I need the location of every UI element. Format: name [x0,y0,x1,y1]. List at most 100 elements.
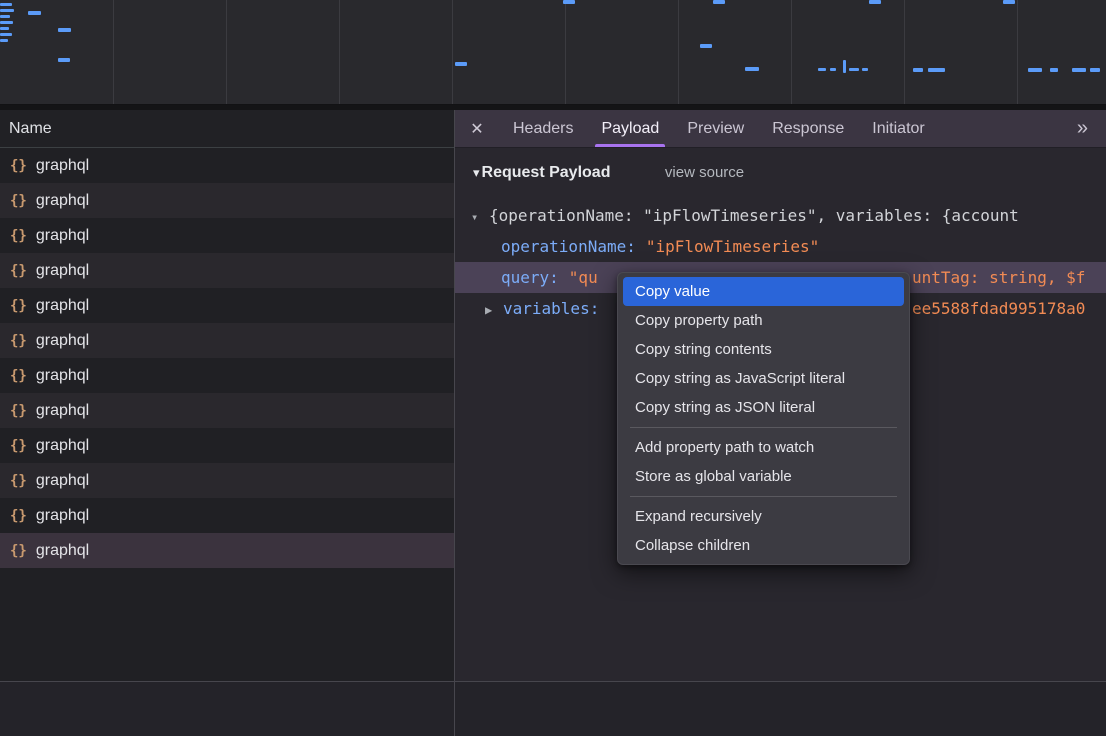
expand-caret-icon[interactable]: ▶ [485,295,503,324]
collapse-caret-icon[interactable]: ▾ [473,165,480,180]
timeline-bar [1050,68,1058,72]
timeline-bar [0,27,9,30]
request-row[interactable]: {} graphql [0,358,454,393]
timeline-bar [913,68,923,72]
request-row[interactable]: {}graphql [0,183,454,218]
request-row[interactable]: {} graphql [0,498,454,533]
timeline-bar [843,60,846,73]
json-braces-icon: {} [10,263,27,279]
timeline-bar [713,0,725,4]
timeline-bar [745,67,759,71]
object-preview: {operationName: "ipFlowTimeseries", vari… [489,206,1019,225]
timeline-bar [849,68,859,71]
menu-item-copy-property-path[interactable]: Copy property path [623,306,904,335]
request-row[interactable]: {}graphql [0,218,454,253]
property-value-left: "qu [569,268,598,287]
tree-row-operation-name[interactable]: operationName:"ipFlowTimeseries" [455,231,1106,262]
timeline-bar [455,62,467,66]
footer-bar [0,681,1106,736]
timeline-bar [1003,0,1015,4]
tree-row-root[interactable]: ▾{operationName: "ipFlowTimeseries", var… [455,200,1106,231]
view-source-link[interactable]: view source [665,164,744,181]
timeline-bar [563,0,575,4]
timeline-bar [0,39,8,42]
property-key: variables: [503,299,599,318]
menu-item-expand-recursively[interactable]: Expand recursively [623,502,904,531]
menu-separator [630,427,897,428]
menu-item-copy-value[interactable]: Copy value [623,277,904,306]
property-value-right: untTag: string, $f [912,262,1085,293]
tab-headers[interactable]: Headers [499,110,587,147]
request-payload-section-header: ▾Request Payload view source [473,160,744,186]
request-name: graphql [36,472,89,490]
json-braces-icon: {} [10,158,27,174]
request-row[interactable]: {} graphql [0,428,454,463]
timeline-bar [0,9,14,12]
request-row[interactable]: {} graphql [0,393,454,428]
timeline-bar [58,28,71,32]
timeline-bar [1090,68,1100,72]
timeline-bar [700,44,712,48]
request-name: graphql [36,332,89,350]
timeline-bar [0,33,12,36]
json-braces-icon: {} [10,298,27,314]
close-icon[interactable]: ✕ [455,110,499,147]
request-row[interactable]: {}graphql [0,533,454,568]
timeline-bar [28,11,41,15]
timeline-bar [1028,68,1042,72]
timeline-bar [0,15,10,18]
request-name: graphql [36,157,89,175]
request-name: graphql [36,192,89,210]
timeline-bar [869,0,881,4]
request-name: graphql [36,402,89,420]
network-overview[interactable] [0,0,1106,105]
timeline-bar [1072,68,1086,72]
timeline-bar [818,68,826,71]
request-name: graphql [36,437,89,455]
timeline-bar [0,21,13,24]
menu-item-copy-string-as-json-literal[interactable]: Copy string as JSON literal [623,393,904,422]
menu-item-collapse-children[interactable]: Collapse children [623,531,904,560]
devtools-window: Name {} graphql {} graphql {} graphql {} graphq… [0,0,1106,736]
overview-gridline [904,0,905,104]
request-name: graphql [36,297,89,315]
menu-item-add-property-path-to-watch[interactable]: Add property path to watch [623,433,904,462]
more-tabs-icon[interactable]: » [1059,110,1106,147]
requests-panel: Name {} graphql {} graphql {} graphql {} graphq… [0,110,454,681]
request-row[interactable]: {} graphql [0,253,454,288]
section-title: Request Payload [482,164,611,181]
property-value-right: ee5588fdad995178a0 [912,293,1085,324]
json-braces-icon: {} [10,438,27,454]
expand-caret-icon[interactable]: ▾ [471,202,489,231]
request-name: graphql [36,227,89,245]
menu-item-copy-string-as-javascript-literal[interactable]: Copy string as JavaScript literal [623,364,904,393]
request-name: graphql [36,542,89,560]
overview-gridline [452,0,453,104]
json-braces-icon: {} [10,368,27,384]
request-row[interactable]: {} graphql [0,148,454,183]
panel-divider [454,110,455,736]
request-row[interactable]: {} graphql [0,463,454,498]
request-name: graphql [36,262,89,280]
tab-initiator[interactable]: Initiator [858,110,938,147]
tab-strip: ✕ HeadersPayloadPreviewResponseInitiator… [455,110,1106,148]
request-row[interactable]: {}graphql [0,323,454,358]
name-column-header[interactable]: Name [0,110,454,148]
overview-gridline [791,0,792,104]
json-braces-icon: {} [10,508,27,524]
request-name: graphql [36,367,89,385]
request-name: graphql [36,507,89,525]
menu-item-copy-string-contents[interactable]: Copy string contents [623,335,904,364]
overview-gridline [226,0,227,104]
tab-response[interactable]: Response [758,110,858,147]
tab-payload[interactable]: Payload [587,110,673,147]
request-row[interactable]: {} graphql [0,288,454,323]
timeline-bar [58,58,70,62]
json-braces-icon: {} [10,403,27,419]
tab-preview[interactable]: Preview [673,110,758,147]
timeline-bar [830,68,836,71]
json-braces-icon: {} [10,473,27,489]
overview-gridline [678,0,679,104]
tabs-container: HeadersPayloadPreviewResponseInitiator [499,110,939,147]
menu-item-store-as-global-variable[interactable]: Store as global variable [623,462,904,491]
